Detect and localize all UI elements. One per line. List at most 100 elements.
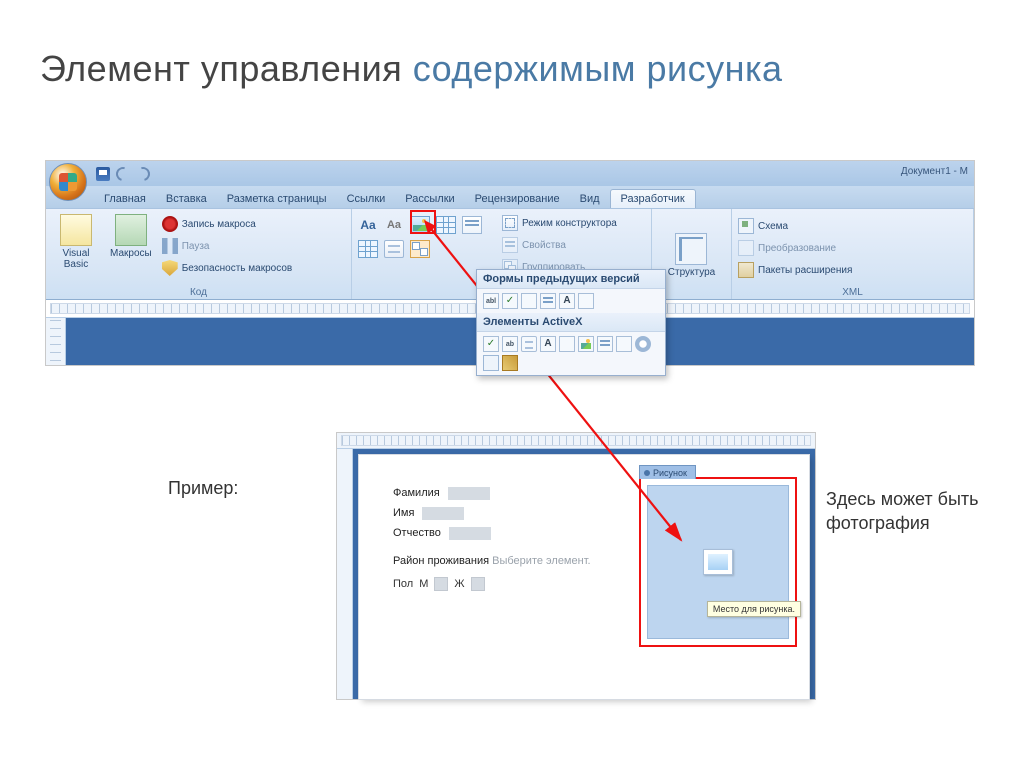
expansion-packs-button[interactable]: Пакеты расширения: [738, 260, 967, 280]
activex-list-icon[interactable]: [559, 336, 575, 352]
structure-button[interactable]: Структура: [662, 231, 721, 280]
group-code: Visual Basic Макросы Запись макроса Пауз…: [46, 209, 352, 299]
legacy-shading-icon[interactable]: [559, 293, 575, 309]
sex-m-label: М: [419, 578, 428, 590]
rich-text-control-icon[interactable]: Aa: [358, 216, 378, 234]
legacy-frame-icon[interactable]: [540, 293, 556, 309]
save-icon[interactable]: [96, 167, 110, 181]
quick-access-toolbar: Документ1 - M: [46, 161, 974, 186]
design-mode-button[interactable]: Режим конструктора: [502, 213, 617, 233]
macros-label: Макросы: [110, 248, 152, 259]
macro-security-button[interactable]: Безопасность макросов: [162, 258, 293, 278]
legacy-tools-dropdown: Формы предыдущих версий abl Элементы Act…: [476, 269, 666, 376]
example-label: Пример:: [168, 478, 238, 499]
schema-icon: [738, 218, 754, 234]
office-button[interactable]: [49, 163, 87, 201]
title-part1: Элемент управления: [40, 48, 413, 89]
window-title: Документ1 - M: [901, 166, 968, 177]
picture-placeholder-icon: [703, 549, 733, 575]
legacy-dropdown-icon[interactable]: [521, 293, 537, 309]
surname-field[interactable]: [448, 487, 490, 500]
group-xml-label: XML: [732, 287, 973, 298]
pause-recording-button[interactable]: Пауза: [162, 236, 293, 256]
activex-textbox-icon[interactable]: ab: [502, 336, 518, 352]
activex-row: ab: [477, 332, 665, 375]
tab-pagelayout[interactable]: Разметка страницы: [217, 190, 337, 208]
sex-f-label: Ж: [454, 578, 464, 590]
legacy-checkbox-icon[interactable]: [502, 293, 518, 309]
activex-image-icon[interactable]: [578, 336, 594, 352]
ribbon-body: Visual Basic Макросы Запись макроса Пауз…: [46, 208, 974, 300]
region-hint[interactable]: Выберите элемент.: [492, 555, 590, 567]
tab-home[interactable]: Главная: [94, 190, 156, 208]
sex-m-checkbox[interactable]: [434, 577, 448, 591]
word-ribbon-screenshot: Документ1 - M Главная Вставка Разметка с…: [45, 160, 975, 366]
visual-basic-button[interactable]: Visual Basic: [52, 212, 100, 272]
picture-tab-dot-icon: [644, 470, 650, 476]
plain-text-control-icon[interactable]: Aa: [384, 216, 404, 234]
form-example-screenshot: Фамилия Имя Отчество Район проживания Вы…: [336, 432, 816, 700]
record-macro-button[interactable]: Запись макроса: [162, 214, 293, 234]
legacy-tools-icon[interactable]: [410, 240, 430, 258]
ribbon-tabs: Главная Вставка Разметка страницы Ссылки…: [46, 186, 974, 208]
activex-option-icon[interactable]: [635, 336, 651, 352]
shield-icon: [162, 260, 178, 276]
sex-f-checkbox[interactable]: [471, 577, 485, 591]
redo-icon[interactable]: [133, 164, 152, 183]
form-page: Фамилия Имя Отчество Район проживания Вы…: [359, 455, 809, 699]
visual-basic-icon: [60, 214, 92, 246]
example-caption: Здесь может быть фотография: [826, 487, 986, 536]
sex-label: Пол: [393, 578, 413, 590]
building-block-control-icon[interactable]: [384, 240, 404, 258]
activex-combo-icon[interactable]: [616, 336, 632, 352]
date-picker-control-icon[interactable]: [358, 240, 378, 258]
structure-icon: [675, 233, 707, 265]
name-field[interactable]: [422, 507, 464, 520]
macros-icon: [115, 214, 147, 246]
tab-view[interactable]: Вид: [570, 190, 610, 208]
legacy-reset-icon[interactable]: [578, 293, 594, 309]
group-xml: Схема Преобразование Пакеты расширения X…: [732, 209, 974, 299]
tab-insert[interactable]: Вставка: [156, 190, 217, 208]
activex-header: Элементы ActiveX: [477, 313, 665, 332]
activex-toggle-icon[interactable]: [483, 355, 499, 371]
tab-developer[interactable]: Разработчик: [610, 189, 696, 208]
group-code-label: Код: [46, 287, 351, 298]
pause-icon: [162, 238, 178, 254]
region-label: Район проживания: [393, 555, 489, 567]
slide-title: Элемент управления содержимым рисунка: [40, 48, 783, 90]
properties-button[interactable]: Свойства: [502, 235, 617, 255]
activex-scroll-icon[interactable]: [597, 336, 613, 352]
tab-review[interactable]: Рецензирование: [465, 190, 570, 208]
surname-label: Фамилия: [393, 487, 440, 499]
structure-label: Структура: [668, 267, 715, 278]
schema-button[interactable]: Схема: [738, 216, 967, 236]
dropdown-control-icon[interactable]: [462, 216, 482, 234]
picture-content-control-icon[interactable]: [410, 216, 430, 234]
legacy-text-field-icon[interactable]: abl: [483, 293, 499, 309]
record-icon: [162, 216, 178, 232]
transform-button[interactable]: Преобразование: [738, 238, 967, 258]
transform-icon: [738, 240, 754, 256]
design-mode-icon: [502, 215, 518, 231]
activex-button-icon[interactable]: [521, 336, 537, 352]
activex-checkbox-icon[interactable]: [483, 336, 499, 352]
picture-control-tab[interactable]: Рисунок: [639, 465, 696, 479]
picture-content-control[interactable]: Рисунок Место для рисунка.: [639, 477, 797, 647]
tab-references[interactable]: Ссылки: [337, 190, 396, 208]
properties-icon: [502, 237, 518, 253]
macros-button[interactable]: Макросы: [104, 212, 158, 261]
patronymic-label: Отчество: [393, 527, 441, 539]
undo-icon[interactable]: [113, 164, 132, 183]
title-part2: содержимым рисунка: [413, 48, 783, 89]
form-horizontal-ruler: [337, 433, 815, 449]
activex-more-icon[interactable]: [502, 355, 518, 371]
name-label: Имя: [393, 507, 414, 519]
picture-tooltip: Место для рисунка.: [707, 601, 801, 617]
activex-label-icon[interactable]: [540, 336, 556, 352]
patronymic-field[interactable]: [449, 527, 491, 540]
form-vertical-ruler: [337, 449, 353, 699]
legacy-forms-header: Формы предыдущих версий: [477, 270, 665, 289]
tab-mailings[interactable]: Рассылки: [395, 190, 464, 208]
combo-control-icon[interactable]: [436, 216, 456, 234]
